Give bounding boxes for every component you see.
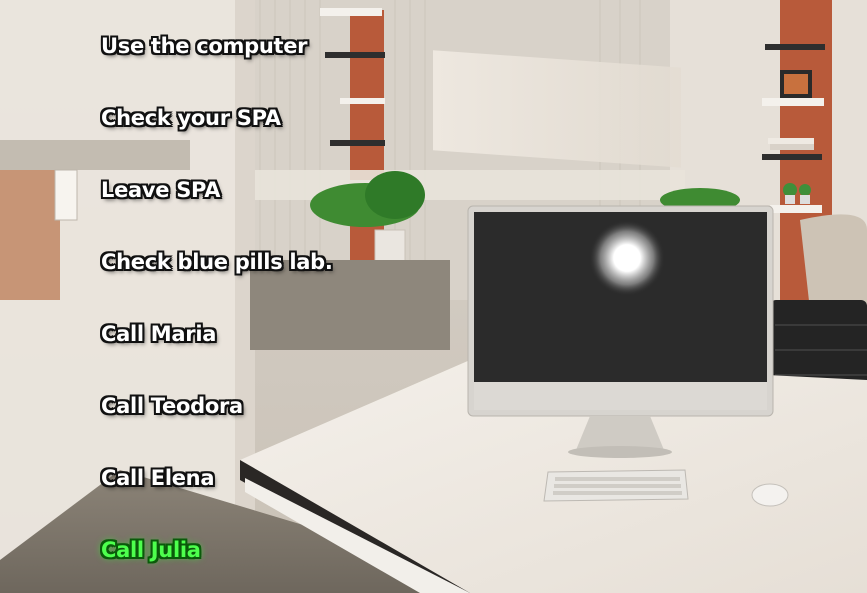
frosted-glass-panel [433,50,681,168]
keyboard [543,469,689,502]
office-scene-illustration [0,0,867,593]
screen-glow [589,220,665,296]
mouse [751,483,789,507]
choice-use-the-computer[interactable]: Use the computer [101,34,308,58]
choice-leave-spa[interactable]: Leave SPA [101,178,220,202]
choice-call-teodora[interactable]: Call Teodora [101,394,243,418]
choice-call-maria[interactable]: Call Maria [101,322,216,346]
armchair [800,214,867,310]
office-scene-background [0,0,867,593]
choice-call-julia[interactable]: Call Julia [101,538,201,562]
choice-check-blue-pills-lab[interactable]: Check blue pills lab. [101,250,333,274]
choice-call-elena[interactable]: Call Elena [101,466,215,490]
choice-check-your-spa[interactable]: Check your SPA [101,106,281,130]
